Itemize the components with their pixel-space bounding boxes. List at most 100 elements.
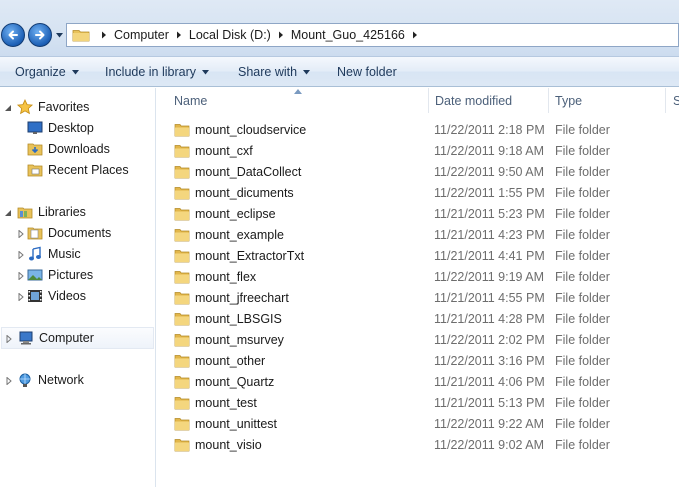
chevron-right-icon[interactable]: [277, 31, 285, 39]
column-header-type[interactable]: Type: [555, 88, 582, 113]
list-item[interactable]: mount_dicuments 11/22/2011 1:55 PM File …: [157, 183, 679, 204]
column-header-date-label: Date modified: [435, 93, 513, 108]
folder-icon: [174, 229, 190, 242]
file-date: 11/21/2011 4:23 PM: [434, 228, 545, 242]
nav-pictures[interactable]: Pictures: [26, 265, 93, 285]
expand-arrow-icon[interactable]: [17, 272, 25, 280]
expand-arrow-icon[interactable]: [5, 377, 13, 385]
chevron-down-icon: [303, 69, 311, 74]
column-header-name-label: Name: [174, 93, 208, 108]
chevron-down-icon: [71, 69, 79, 74]
nav-desktop-label: Desktop: [48, 121, 94, 135]
list-item[interactable]: mount_LBSGIS 11/21/2011 4:28 PM File fol…: [157, 309, 679, 330]
file-type: File folder: [555, 354, 610, 368]
file-type: File folder: [555, 207, 610, 221]
list-item[interactable]: mount_test 11/21/2011 5:13 PM File folde…: [157, 393, 679, 414]
command-bar: Organize Include in library Share with N…: [0, 57, 679, 87]
organize-button[interactable]: Organize: [15, 65, 79, 79]
column-header-date-modified[interactable]: Date modified: [435, 88, 512, 113]
folder-icon: [174, 145, 190, 158]
list-item[interactable]: mount_msurvey 11/22/2011 2:02 PM File fo…: [157, 330, 679, 351]
nav-downloads-label: Downloads: [48, 142, 110, 156]
list-item[interactable]: mount_Quartz 11/21/2011 4:06 PM File fol…: [157, 372, 679, 393]
nav-recent-places[interactable]: Recent Places: [26, 160, 129, 180]
file-name: mount_flex: [195, 270, 257, 284]
folder-icon: [72, 30, 90, 42]
file-name: mount_DataCollect: [195, 165, 302, 179]
column-header-size[interactable]: S: [673, 88, 679, 113]
chevron-right-icon[interactable]: [175, 31, 183, 39]
include-in-library-button[interactable]: Include in library: [105, 65, 210, 79]
breadcrumb-current-folder[interactable]: Mount_Guo_425166: [291, 28, 405, 42]
nav-libraries-label: Libraries: [38, 205, 86, 219]
file-type: File folder: [555, 249, 610, 263]
expand-arrow-icon[interactable]: [5, 335, 13, 343]
forward-button[interactable]: [28, 23, 52, 47]
list-item[interactable]: mount_visio 11/22/2011 9:02 AM File fold…: [157, 435, 679, 456]
organize-label: Organize: [15, 65, 66, 79]
nav-downloads[interactable]: Downloads: [26, 139, 110, 159]
nav-music[interactable]: Music: [26, 244, 81, 264]
arrow-right-icon: [35, 30, 45, 40]
expand-arrow-icon[interactable]: [17, 230, 25, 238]
music-note-icon: [29, 246, 41, 261]
list-item[interactable]: mount_ExtractorTxt 11/21/2011 4:41 PM Fi…: [157, 246, 679, 267]
column-header-name[interactable]: Name: [174, 88, 207, 113]
nav-libraries[interactable]: Libraries: [16, 202, 86, 222]
collapse-arrow-icon[interactable]: [4, 209, 12, 217]
column-divider[interactable]: [548, 88, 549, 113]
list-item[interactable]: mount_example 11/21/2011 4:23 PM File fo…: [157, 225, 679, 246]
list-item[interactable]: mount_eclipse 11/21/2011 5:23 PM File fo…: [157, 204, 679, 225]
collapse-arrow-icon[interactable]: [4, 104, 12, 112]
file-name: mount_msurvey: [195, 333, 284, 347]
column-divider[interactable]: [428, 88, 429, 113]
nav-favorites[interactable]: Favorites: [16, 97, 89, 117]
file-name: mount_cxf: [195, 144, 253, 158]
nav-network-label: Network: [38, 373, 84, 387]
nav-desktop[interactable]: Desktop: [26, 118, 94, 138]
file-date: 11/21/2011 4:55 PM: [434, 291, 545, 305]
file-name: mount_dicuments: [195, 186, 294, 200]
folder-icon: [174, 250, 190, 263]
file-name: mount_LBSGIS: [195, 312, 282, 326]
chevron-right-icon[interactable]: [411, 31, 419, 39]
list-item[interactable]: mount_unittest 11/22/2011 9:22 AM File f…: [157, 414, 679, 435]
list-item[interactable]: mount_cloudservice 11/22/2011 2:18 PM Fi…: [157, 120, 679, 141]
address-box[interactable]: Computer Local Disk (D:) Mount_Guo_42516…: [66, 23, 679, 47]
file-type: File folder: [555, 333, 610, 347]
file-date: 11/21/2011 5:23 PM: [434, 207, 545, 221]
back-button[interactable]: [1, 23, 25, 47]
include-in-library-label: Include in library: [105, 65, 197, 79]
file-date: 11/22/2011 9:02 AM: [434, 438, 545, 452]
file-name: mount_unittest: [195, 417, 277, 431]
file-type: File folder: [555, 123, 610, 137]
list-item[interactable]: mount_jfreechart 11/21/2011 4:55 PM File…: [157, 288, 679, 309]
share-with-button[interactable]: Share with: [238, 65, 311, 79]
breadcrumb-local-disk[interactable]: Local Disk (D:): [189, 28, 271, 42]
file-type: File folder: [555, 165, 610, 179]
file-type: File folder: [555, 228, 610, 242]
nav-network[interactable]: Network: [16, 370, 84, 390]
nav-computer[interactable]: Computer: [1, 327, 154, 349]
chevron-right-icon[interactable]: [100, 31, 108, 39]
folder-icon: [174, 439, 190, 452]
folder-icon: [174, 124, 190, 137]
nav-videos[interactable]: Videos: [26, 286, 86, 306]
film-strip-icon: [28, 290, 42, 302]
new-folder-button[interactable]: New folder: [337, 65, 397, 79]
nav-documents[interactable]: Documents: [26, 223, 111, 243]
folder-icon: [174, 355, 190, 368]
column-divider[interactable]: [665, 88, 666, 113]
recent-pages-dropdown[interactable]: [55, 31, 64, 39]
computer-icon: [19, 331, 33, 345]
folder-icon: [174, 271, 190, 284]
list-item[interactable]: mount_DataCollect 11/22/2011 9:50 AM Fil…: [157, 162, 679, 183]
breadcrumb-computer[interactable]: Computer: [114, 28, 169, 42]
expand-arrow-icon[interactable]: [17, 293, 25, 301]
list-item[interactable]: mount_cxf 11/22/2011 9:18 AM File folder: [157, 141, 679, 162]
file-date: 11/21/2011 4:28 PM: [434, 312, 545, 326]
list-item[interactable]: mount_other 11/22/2011 3:16 PM File fold…: [157, 351, 679, 372]
list-item[interactable]: mount_flex 11/22/2011 9:19 AM File folde…: [157, 267, 679, 288]
expand-arrow-icon[interactable]: [17, 251, 25, 259]
downloads-folder-icon: [27, 143, 43, 156]
